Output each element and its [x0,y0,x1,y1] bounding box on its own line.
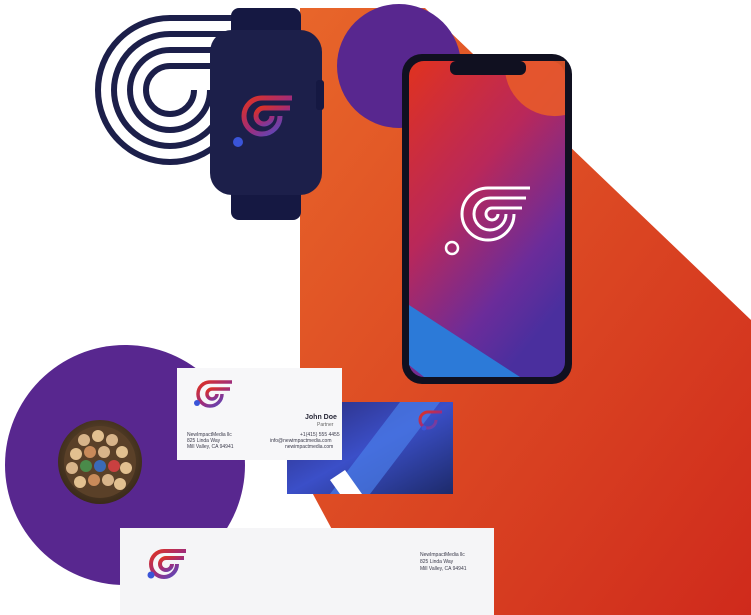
card-website: newimpactmedia.com [285,444,334,450]
letterhead-address-line1: 825 Linda Way [420,559,454,565]
smartwatch [210,8,324,220]
card-address-line2: Mill Valley, CA 94941 [187,444,234,450]
card-person-title: Partner [317,422,334,428]
pencil-cup [58,420,142,504]
letterhead-address-line2: Mill Valley, CA 94941 [420,566,467,572]
brand-mockup-scene [5,4,751,615]
letterhead-company: NewImpactMedia llc [420,552,465,558]
smartphone [402,54,572,384]
